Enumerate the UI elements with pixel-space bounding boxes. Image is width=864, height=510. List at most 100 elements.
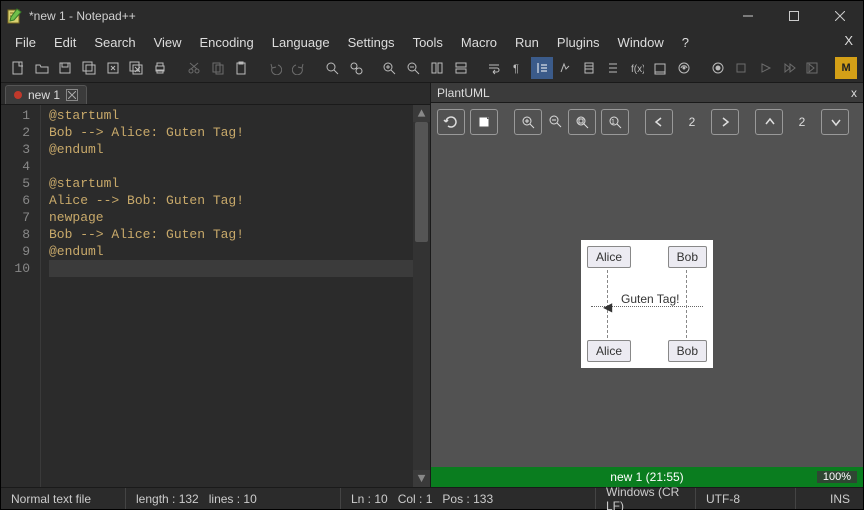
plantuml-close-icon[interactable]: x (851, 86, 857, 100)
menu-file[interactable]: File (7, 33, 44, 52)
scroll-thumb[interactable] (415, 122, 428, 242)
udl-icon[interactable] (555, 57, 577, 79)
code-line[interactable]: Bob --> Alice: Guten Tag! (49, 226, 430, 243)
cut-icon[interactable] (183, 57, 205, 79)
plantuml-statusbar: new 1 (21:55) 100% (431, 467, 863, 487)
export-icon[interactable] (470, 109, 498, 135)
close-button[interactable] (817, 1, 863, 31)
code-content[interactable]: @startuml Bob --> Alice: Guten Tag! @end… (41, 105, 430, 487)
zoom-in-icon[interactable] (514, 109, 542, 135)
menu-language[interactable]: Language (264, 33, 338, 52)
zoom-out-icon[interactable] (547, 113, 563, 132)
next-page-icon[interactable] (821, 109, 849, 135)
zoom-in-icon[interactable] (379, 57, 401, 79)
minimize-button[interactable] (725, 1, 771, 31)
code-line[interactable]: @enduml (49, 141, 430, 158)
code-editor[interactable]: 1 2 3 4 5 6 7 8 9 10 @startuml Bob --> A… (1, 105, 430, 487)
paste-icon[interactable] (230, 57, 252, 79)
code-line[interactable] (49, 158, 430, 175)
prev-diagram-icon[interactable] (645, 109, 673, 135)
sync-v-icon[interactable] (426, 57, 448, 79)
modified-dot-icon (14, 91, 22, 99)
show-all-chars-icon[interactable]: ¶ (507, 57, 529, 79)
actor-top-right: Bob (668, 246, 707, 268)
code-line[interactable] (49, 260, 430, 277)
menu-help[interactable]: ? (674, 33, 697, 52)
stop-macro-icon[interactable] (730, 57, 752, 79)
main-toolbar: ¶ f(x) M (1, 53, 863, 83)
play-multi-icon[interactable] (778, 57, 800, 79)
close-all-icon[interactable] (126, 57, 148, 79)
status-bar: Normal text file length : 132 lines : 10… (1, 487, 863, 509)
menu-window[interactable]: Window (610, 33, 672, 52)
message-label: Guten Tag! (621, 292, 680, 306)
actor-top-left: Alice (587, 246, 631, 268)
menu-macro[interactable]: Macro (453, 33, 505, 52)
main-area: new 1 1 2 3 4 5 6 7 8 9 10 @startuml Bob… (1, 83, 863, 487)
save-all-icon[interactable] (78, 57, 100, 79)
menu-run[interactable]: Run (507, 33, 547, 52)
next-diagram-icon[interactable] (711, 109, 739, 135)
print-icon[interactable] (149, 57, 171, 79)
plantuml-panel: PlantUML x 1 2 2 Alice Bob Alice (431, 83, 863, 487)
maximize-button[interactable] (771, 1, 817, 31)
new-file-icon[interactable] (7, 57, 29, 79)
menu-search[interactable]: Search (86, 33, 143, 52)
code-line[interactable]: @enduml (49, 243, 430, 260)
scroll-track[interactable] (413, 122, 430, 470)
status-mode[interactable]: INS (817, 488, 863, 509)
save-icon[interactable] (54, 57, 76, 79)
replace-icon[interactable] (345, 57, 367, 79)
code-line[interactable]: Bob --> Alice: Guten Tag! (49, 124, 430, 141)
menu-edit[interactable]: Edit (46, 33, 84, 52)
status-encoding[interactable]: UTF-8 (696, 488, 796, 509)
function-list-icon[interactable]: f(x) (626, 57, 648, 79)
editor-scrollbar[interactable]: ▲ ▼ (413, 105, 430, 487)
code-line[interactable]: @startuml (49, 175, 430, 192)
window-title: *new 1 - Notepad++ (29, 9, 136, 23)
menu-view[interactable]: View (146, 33, 190, 52)
menu-plugins[interactable]: Plugins (549, 33, 608, 52)
menu-settings[interactable]: Settings (340, 33, 403, 52)
copy-icon[interactable] (207, 57, 229, 79)
m-button[interactable]: M (835, 57, 857, 79)
sync-h-icon[interactable] (450, 57, 472, 79)
menu-encoding[interactable]: Encoding (192, 33, 262, 52)
actor-bottom-left: Alice (587, 340, 631, 362)
code-line[interactable]: Alice --> Bob: Guten Tag! (49, 192, 430, 209)
menu-tools[interactable]: Tools (405, 33, 451, 52)
tab-close-icon[interactable] (66, 89, 78, 101)
close-doc-x[interactable]: X (844, 33, 853, 48)
doc-map-icon[interactable] (578, 57, 600, 79)
undo-icon[interactable] (264, 57, 286, 79)
find-icon[interactable] (321, 57, 343, 79)
tab-label: new 1 (28, 88, 60, 102)
monitoring-icon[interactable] (673, 57, 695, 79)
tab-new1[interactable]: new 1 (5, 85, 87, 104)
plantuml-title: PlantUML (437, 86, 490, 100)
refresh-icon[interactable] (437, 109, 465, 135)
word-wrap-icon[interactable] (483, 57, 505, 79)
app-icon (7, 8, 23, 24)
code-line[interactable]: @startuml (49, 107, 430, 124)
plantuml-titlebar: PlantUML x (431, 83, 863, 103)
folder-workspace-icon[interactable] (649, 57, 671, 79)
status-filetype: Normal text file (1, 488, 126, 509)
doc-list-icon[interactable] (602, 57, 624, 79)
zoom-out-icon[interactable] (402, 57, 424, 79)
redo-icon[interactable] (288, 57, 310, 79)
scroll-down-icon[interactable]: ▼ (413, 470, 430, 487)
close-file-icon[interactable] (102, 57, 124, 79)
save-macro-icon[interactable] (802, 57, 824, 79)
scroll-up-icon[interactable]: ▲ (413, 105, 430, 122)
code-line[interactable]: newpage (49, 209, 430, 226)
open-file-icon[interactable] (31, 57, 53, 79)
diagram-viewport[interactable]: Alice Bob Alice Bob ◀ Guten Tag! (431, 141, 863, 467)
record-macro-icon[interactable] (707, 57, 729, 79)
play-macro-icon[interactable] (754, 57, 776, 79)
zoom-fit-icon[interactable] (568, 109, 596, 135)
indent-guide-icon[interactable] (531, 57, 553, 79)
status-eol[interactable]: Windows (CR LF) (596, 488, 696, 509)
prev-page-icon[interactable] (755, 109, 783, 135)
zoom-reset-icon[interactable]: 1 (601, 109, 629, 135)
